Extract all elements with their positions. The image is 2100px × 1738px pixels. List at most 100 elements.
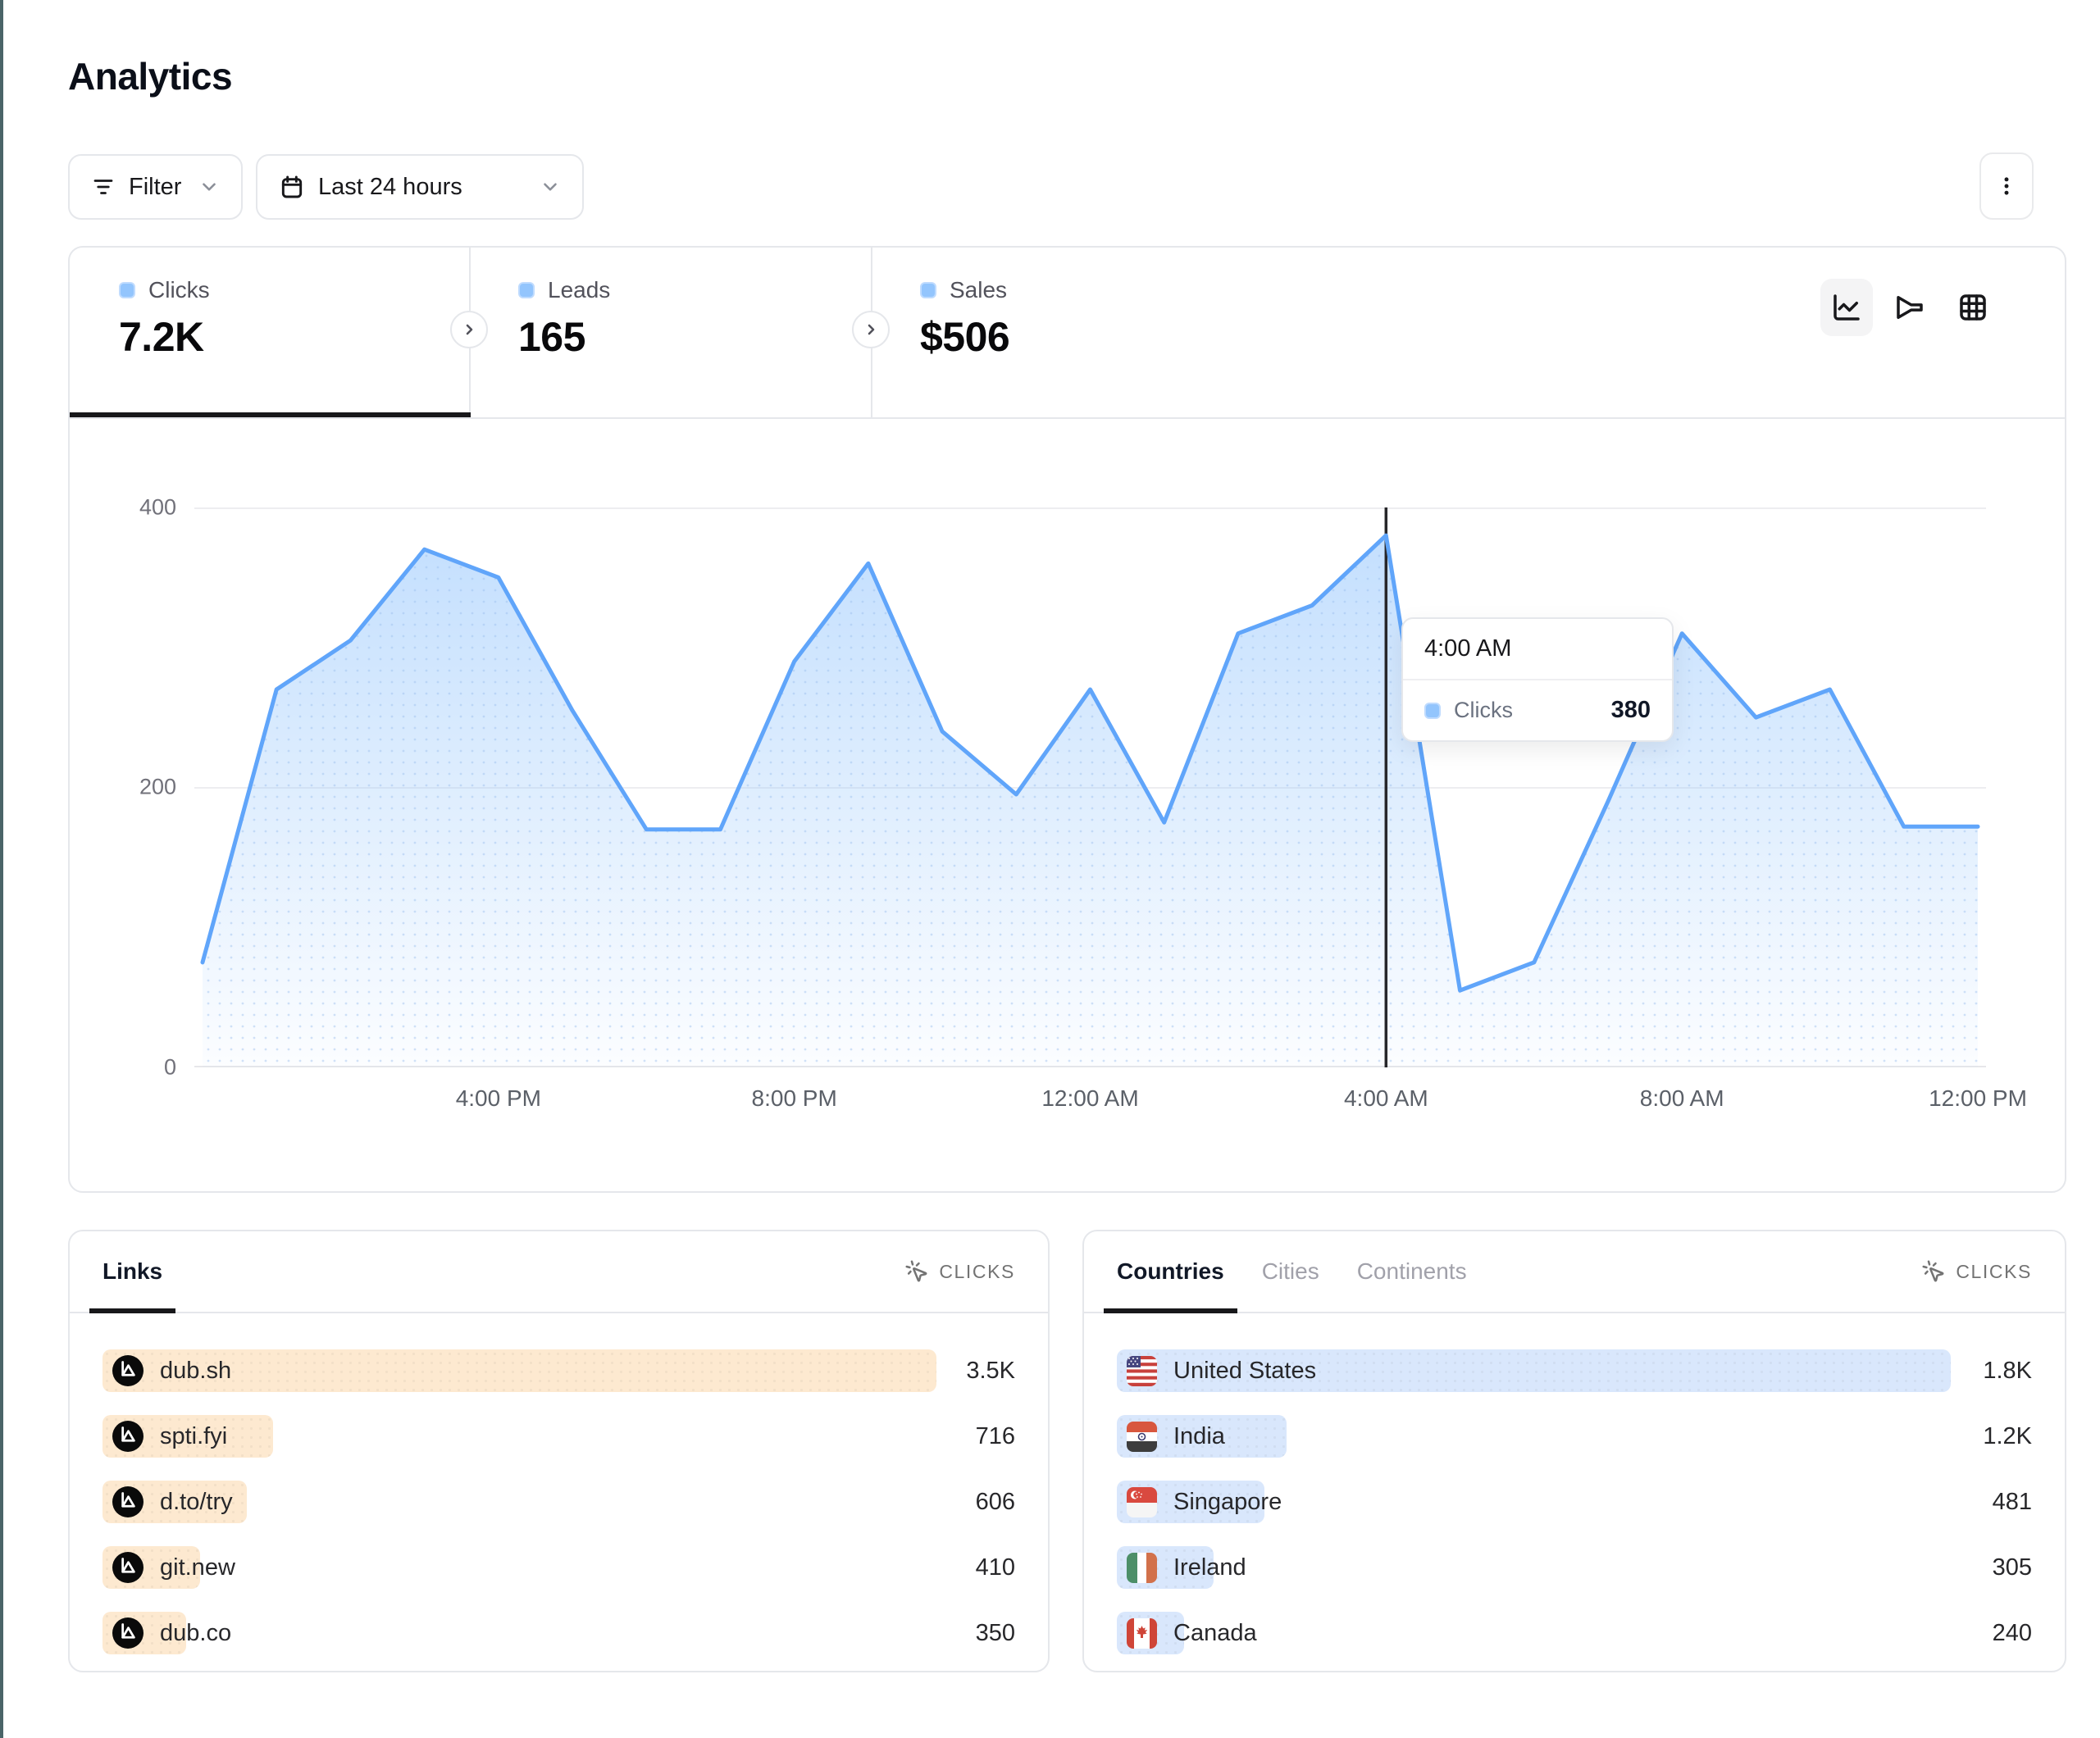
tab-links[interactable]: Links <box>89 1231 175 1312</box>
country-row-canada[interactable]: Canada 240 <box>1117 1612 2032 1654</box>
countries-panel-header: Countries Cities Continents CLICKS <box>1084 1231 2065 1313</box>
tooltip-time: 4:00 AM <box>1403 619 1672 680</box>
tab-leads[interactable]: Leads 165 <box>469 248 871 417</box>
stats-tab-row: Clicks 7.2K Leads 165 Sales $506 <box>70 248 2065 419</box>
country-value: 1.8K <box>1983 1358 2032 1385</box>
tab-countries[interactable]: Countries <box>1104 1231 1237 1312</box>
tab-sales[interactable]: Sales $506 <box>871 248 1273 417</box>
link-value: 716 <box>976 1423 1015 1450</box>
funnel-chart-icon <box>1893 290 1927 325</box>
link-label: spti.fyi <box>160 1423 227 1450</box>
clicks-tab-value: 7.2K <box>119 313 469 361</box>
links-metric-label: CLICKS <box>939 1261 1015 1283</box>
active-tab-underline <box>70 412 471 417</box>
tooltip-value: 380 <box>1611 697 1651 724</box>
singapore-flag-icon <box>1127 1487 1157 1517</box>
countries-metric-label: CLICKS <box>1956 1261 2032 1283</box>
country-row-united-states[interactable]: United States 1.8K <box>1117 1349 2032 1392</box>
country-label: India <box>1173 1423 1225 1450</box>
country-label: United States <box>1173 1358 1316 1385</box>
calendar-icon <box>279 174 305 200</box>
line-chart-view-button[interactable] <box>1820 279 1873 336</box>
chevron-down-icon <box>540 176 561 198</box>
sales-tab-value: $506 <box>920 313 1273 361</box>
country-label: Canada <box>1173 1620 1257 1647</box>
leads-tab-label: Leads <box>548 277 610 303</box>
link-value: 350 <box>976 1620 1015 1647</box>
analytics-chart-card: Clicks 7.2K Leads 165 Sales $506 <box>68 246 2066 1193</box>
cursor-click-icon <box>904 1259 929 1284</box>
date-range-button[interactable]: Last 24 hours <box>256 154 584 220</box>
dub-logo-icon <box>112 1421 143 1452</box>
filter-button-label: Filter <box>129 174 181 201</box>
page-title: Analytics <box>68 54 232 98</box>
filter-button[interactable]: Filter <box>68 154 243 220</box>
countries-metric[interactable]: CLICKS <box>1921 1259 2032 1284</box>
country-value: 481 <box>1993 1489 2032 1516</box>
links-metric[interactable]: CLICKS <box>904 1259 1015 1284</box>
tooltip-series-label: Clicks <box>1454 698 1513 723</box>
x-axis-tick-label: 4:00 PM <box>456 1085 541 1112</box>
kebab-menu-icon <box>1995 175 2018 198</box>
table-view-button[interactable] <box>1947 279 1999 336</box>
clicks-area-chart[interactable]: 4:00 AM Clicks 380 <box>194 507 1986 1067</box>
x-axis-tick-label: 8:00 AM <box>1640 1085 1724 1112</box>
country-value: 305 <box>1993 1554 2032 1581</box>
canada-flag-icon <box>1127 1618 1157 1649</box>
dub-logo-icon <box>112 1617 143 1649</box>
cursor-click-icon <box>1921 1259 1946 1284</box>
funnel-view-button[interactable] <box>1884 279 1936 336</box>
country-row-india[interactable]: India 1.2K <box>1117 1415 2032 1458</box>
link-label: git.new <box>160 1554 235 1581</box>
expand-leads-chevron-button[interactable] <box>852 311 890 348</box>
tab-continents[interactable]: Continents <box>1344 1231 1480 1312</box>
chart-tooltip: 4:00 AM Clicks 380 <box>1401 617 1674 742</box>
link-row-git-new[interactable]: git.new 410 <box>102 1546 1015 1589</box>
y-axis-tick-label: 400 <box>101 495 176 521</box>
sales-series-bullet-icon <box>920 282 936 298</box>
countries-panel: Countries Cities Continents CLICKS <box>1082 1230 2066 1672</box>
country-value: 240 <box>1993 1620 2032 1647</box>
continents-tab-label: Continents <box>1357 1258 1467 1285</box>
grid-icon <box>1956 290 1990 325</box>
dub-logo-icon <box>112 1486 143 1517</box>
link-row-d-to-try[interactable]: d.to/try 606 <box>102 1481 1015 1523</box>
leads-series-bullet-icon <box>518 282 535 298</box>
x-axis-tick-label: 12:00 AM <box>1041 1085 1138 1112</box>
line-chart-icon <box>1829 290 1864 325</box>
country-row-singapore[interactable]: Singapore 481 <box>1117 1481 2032 1523</box>
link-row-dub-co[interactable]: dub.co 350 <box>102 1612 1015 1654</box>
more-options-button[interactable] <box>1979 152 2034 220</box>
country-row-ireland[interactable]: Ireland 305 <box>1117 1546 2032 1589</box>
link-value: 410 <box>976 1554 1015 1581</box>
x-axis-tick-label: 8:00 PM <box>752 1085 837 1112</box>
countries-tab-label: Countries <box>1117 1258 1224 1285</box>
dub-logo-icon <box>112 1552 143 1583</box>
leads-tab-value: 165 <box>518 313 871 361</box>
expand-clicks-chevron-button[interactable] <box>450 311 488 348</box>
tab-cities[interactable]: Cities <box>1249 1231 1332 1312</box>
x-axis-tick-label: 12:00 PM <box>1929 1085 2027 1112</box>
clicks-series-bullet-icon <box>119 282 135 298</box>
chevron-down-icon <box>198 176 220 198</box>
filter-icon <box>91 175 116 199</box>
links-rows: dub.sh 3.5K spti.fyi 716 <box>70 1313 1048 1654</box>
links-panel: Links CLICKS dub.sh 3.5K <box>68 1230 1050 1672</box>
link-value: 3.5K <box>966 1358 1015 1385</box>
link-label: dub.sh <box>160 1358 231 1385</box>
link-value: 606 <box>976 1489 1015 1516</box>
tooltip-series-bullet-icon <box>1424 703 1441 719</box>
clicks-tab-label: Clicks <box>148 277 210 303</box>
chart-canvas <box>194 507 1986 1067</box>
link-row-spti-fyi[interactable]: spti.fyi 716 <box>102 1415 1015 1458</box>
country-label: Singapore <box>1173 1489 1282 1516</box>
tab-clicks[interactable]: Clicks 7.2K <box>70 248 469 417</box>
dub-logo-icon <box>112 1355 143 1386</box>
links-panel-header: Links CLICKS <box>70 1231 1048 1313</box>
links-tab-label: Links <box>102 1258 162 1285</box>
cities-tab-label: Cities <box>1262 1258 1319 1285</box>
country-label: Ireland <box>1173 1554 1246 1581</box>
link-row-dub-sh[interactable]: dub.sh 3.5K <box>102 1349 1015 1392</box>
analytics-page: Analytics Filter Last 24 hours Cl <box>0 0 2100 1738</box>
india-flag-icon <box>1127 1422 1157 1452</box>
